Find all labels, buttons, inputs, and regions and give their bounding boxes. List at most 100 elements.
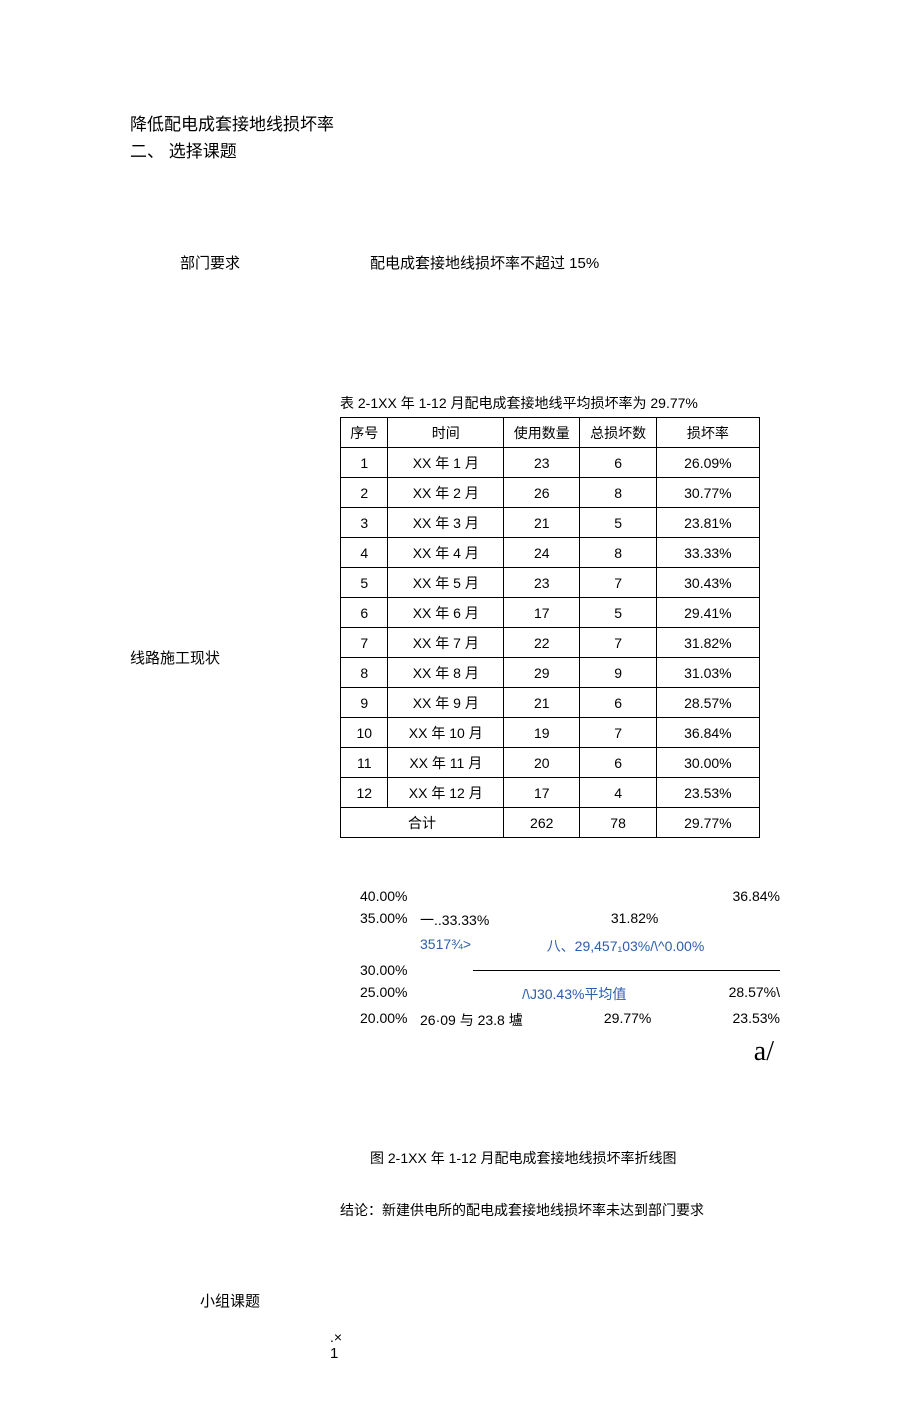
cell-time: XX 年 11 月 [388, 748, 504, 778]
chart-stray-text: a/ [360, 1036, 774, 1068]
cell-bad: 5 [580, 598, 656, 628]
conclusion-text: 结论：新建供电所的配电成套接地线损坏率未达到部门要求 [340, 1200, 860, 1220]
dept-requirement-label: 部门要求 [130, 252, 370, 273]
cell-rate: 23.81% [656, 508, 759, 538]
cell-time: XX 年 2 月 [388, 478, 504, 508]
cell-time: XX 年 8 月 [388, 658, 504, 688]
total-rate: 29.77% [656, 808, 759, 838]
cell-time: XX 年 4 月 [388, 538, 504, 568]
col-use-header: 使用数量 [504, 418, 580, 448]
chart-annotation: 23.53% [733, 1010, 780, 1030]
cell-seq: 5 [341, 568, 388, 598]
cell-time: XX 年 10 月 [388, 718, 504, 748]
cell-rate: 30.77% [656, 478, 759, 508]
chart-area: 40.00% 36.84% 35.00% 一..33.33% 31.82% 35… [360, 888, 780, 1068]
figure-caption: 图 2-1XX 年 1-12 月配电成套接地线损坏率折线图 [370, 1148, 860, 1168]
cell-use: 19 [504, 718, 580, 748]
table-row: 8XX 年 8 月29931.03% [341, 658, 760, 688]
cell-rate: 30.00% [656, 748, 759, 778]
table-row: 6XX 年 6 月17529.41% [341, 598, 760, 628]
chart-annotation: 29.77% [604, 1010, 651, 1030]
col-bad-header: 总损坏数 [580, 418, 656, 448]
col-rate-header: 损坏率 [656, 418, 759, 448]
chart-annotation: 28.57%\ [729, 984, 780, 1004]
cell-bad: 7 [580, 628, 656, 658]
chart-ytick: 35.00% [360, 910, 420, 930]
dept-requirement-text: 配电成套接地线损坏率不超过 15% [370, 252, 860, 273]
cell-use: 24 [504, 538, 580, 568]
data-table: 序号 时间 使用数量 总损坏数 损坏率 1XX 年 1 月23626.09%2X… [340, 417, 760, 838]
cell-seq: 7 [341, 628, 388, 658]
chart-ytick: 40.00% [360, 888, 420, 904]
cell-seq: 11 [341, 748, 388, 778]
chart-annotation: /\J30.43%平均值 [522, 984, 626, 1004]
table-row: 5XX 年 5 月23730.43% [341, 568, 760, 598]
cell-rate: 31.82% [656, 628, 759, 658]
table-row: 11XX 年 11 月20630.00% [341, 748, 760, 778]
table-caption: 表 2-1XX 年 1-12 月配电成套接地线平均损坏率为 29.77% [340, 393, 860, 413]
cell-rate: 31.03% [656, 658, 759, 688]
chart-annotation: 一..33.33% [420, 910, 489, 930]
cell-bad: 5 [580, 508, 656, 538]
cell-seq: 8 [341, 658, 388, 688]
cell-bad: 4 [580, 778, 656, 808]
chart-ytick: 30.00% [360, 962, 413, 978]
table-row: 10XX 年 10 月19736.84% [341, 718, 760, 748]
cell-time: XX 年 6 月 [388, 598, 504, 628]
col-seq-header: 序号 [341, 418, 388, 448]
table-row: 1XX 年 1 月23626.09% [341, 448, 760, 478]
section-heading: 二、 选择课题 [130, 137, 860, 162]
cell-use: 29 [504, 658, 580, 688]
cell-rate: 36.84% [656, 718, 759, 748]
chart-annotation: 八、29,457₁03%/\^0.00% [547, 936, 705, 956]
chart-annotation: 26·09 与 23.8 壚 [420, 1010, 523, 1030]
cell-time: XX 年 1 月 [388, 448, 504, 478]
cell-bad: 7 [580, 568, 656, 598]
cell-seq: 10 [341, 718, 388, 748]
cell-seq: 6 [341, 598, 388, 628]
cell-bad: 9 [580, 658, 656, 688]
cell-rate: 29.41% [656, 598, 759, 628]
total-label: 合计 [341, 808, 504, 838]
chart-ytick: 25.00% [360, 984, 420, 1004]
fragment-text: .× [330, 1329, 860, 1345]
col-time-header: 时间 [388, 418, 504, 448]
cell-seq: 9 [341, 688, 388, 718]
total-use: 262 [504, 808, 580, 838]
cell-bad: 6 [580, 448, 656, 478]
cell-use: 17 [504, 778, 580, 808]
cell-rate: 30.43% [656, 568, 759, 598]
fragment-text: 1 [330, 1345, 860, 1362]
cell-seq: 1 [341, 448, 388, 478]
cell-use: 22 [504, 628, 580, 658]
table-total-row: 合计 262 78 29.77% [341, 808, 760, 838]
cell-seq: 2 [341, 478, 388, 508]
page-title: 降低配电成套接地线损坏率 [130, 110, 860, 135]
table-row: 12XX 年 12 月17423.53% [341, 778, 760, 808]
cell-rate: 23.53% [656, 778, 759, 808]
cell-time: XX 年 5 月 [388, 568, 504, 598]
cell-rate: 28.57% [656, 688, 759, 718]
table-row: 3XX 年 3 月21523.81% [341, 508, 760, 538]
cell-seq: 12 [341, 778, 388, 808]
cell-time: XX 年 7 月 [388, 628, 504, 658]
cell-time: XX 年 9 月 [388, 688, 504, 718]
cell-bad: 8 [580, 478, 656, 508]
cell-use: 21 [504, 688, 580, 718]
cell-use: 20 [504, 748, 580, 778]
cell-seq: 4 [341, 538, 388, 568]
cell-time: XX 年 12 月 [388, 778, 504, 808]
table-row: 7XX 年 7 月22731.82% [341, 628, 760, 658]
chart-annotation: 3517¾> [420, 936, 471, 956]
cell-use: 21 [504, 508, 580, 538]
cell-bad: 8 [580, 538, 656, 568]
cell-rate: 26.09% [656, 448, 759, 478]
cell-use: 23 [504, 568, 580, 598]
cell-bad: 6 [580, 688, 656, 718]
total-bad: 78 [580, 808, 656, 838]
chart-gridline [473, 970, 780, 971]
table-row: 9XX 年 9 月21628.57% [341, 688, 760, 718]
cell-seq: 3 [341, 508, 388, 538]
chart-ytick: 20.00% [360, 1010, 420, 1030]
chart-annotation: 36.84% [733, 888, 780, 904]
